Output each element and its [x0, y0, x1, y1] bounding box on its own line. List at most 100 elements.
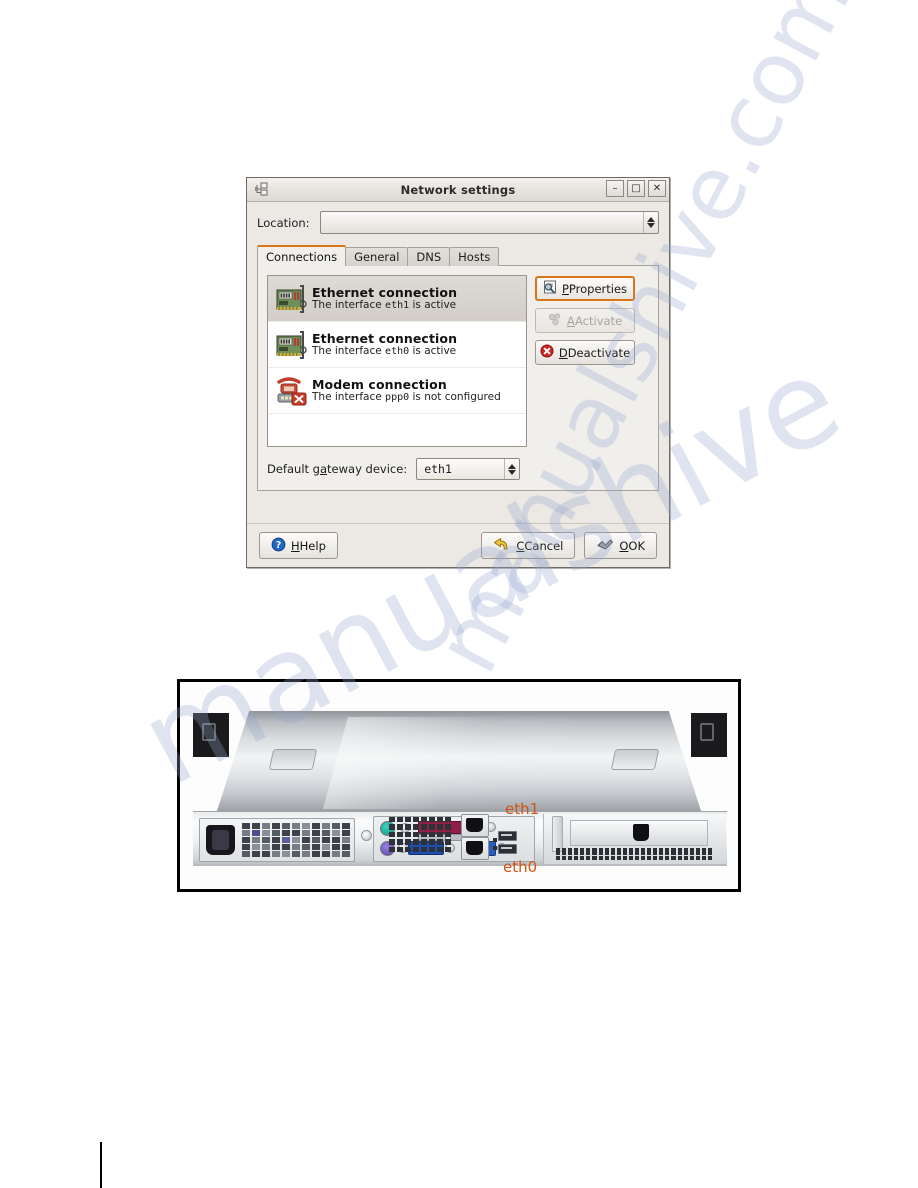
pci-vent-row-2: [556, 856, 712, 860]
rack-ear-right: [691, 713, 727, 757]
chassis-screw: [361, 830, 372, 841]
rack-ear-hole: [700, 723, 714, 741]
desc-pre: The interface: [312, 344, 386, 357]
desc-post: is active: [409, 298, 457, 311]
deactivate-label-text: Deactivate: [567, 345, 631, 360]
location-row: Location:: [257, 211, 659, 234]
tab-connections[interactable]: Connections: [257, 245, 347, 266]
default-gateway-row: Default gateway device: eth1: [267, 458, 649, 480]
eth1-callout-label: eth1: [505, 800, 540, 818]
connections-tab-panel: Ethernet connection The interface eth1 i…: [257, 265, 659, 491]
lid-handle-right: [610, 749, 660, 770]
location-combobox[interactable]: [319, 211, 659, 234]
properties-button[interactable]: PProperties: [535, 276, 635, 301]
connection-desc: The interface ppp0 is not configured: [312, 390, 501, 404]
iec-power-socket: [206, 825, 235, 855]
svg-text:?: ?: [276, 540, 282, 551]
help-icon: ?: [271, 537, 286, 555]
network-settings-dialog: Network settings – □ ✕ Location: Connect…: [246, 177, 670, 568]
dialog-titlebar[interactable]: Network settings – □ ✕: [247, 178, 669, 202]
properties-icon: [543, 280, 557, 297]
list-item[interactable]: Ethernet connection The interface eth0 i…: [268, 322, 526, 368]
properties-label-text: Properties: [568, 281, 628, 296]
undo-arrow-icon: [493, 537, 511, 555]
deactivate-button[interactable]: DDeactivate: [535, 340, 635, 365]
list-item-text: Ethernet connection The interface eth1 i…: [312, 284, 458, 312]
cancel-label-text: Cancel: [524, 538, 564, 553]
list-item[interactable]: Modem connection The interface ppp0 is n…: [268, 368, 526, 414]
connections-row: Ethernet connection The interface eth1 i…: [267, 275, 649, 447]
ok-label-text: OK: [628, 538, 645, 553]
status-led: [493, 838, 497, 842]
lid-handle-left: [268, 749, 318, 770]
maximize-icon[interactable]: □: [627, 180, 645, 197]
network-card-icon: [272, 329, 312, 361]
default-gateway-label: Default gateway device:: [267, 462, 408, 476]
server-chassis: [193, 711, 727, 866]
pci-card-jack: [633, 824, 649, 841]
eth0-callout-label: eth0: [503, 858, 538, 876]
desc-pre: The interface: [312, 390, 386, 403]
device-name: ppp0: [385, 391, 410, 403]
list-item[interactable]: Ethernet connection The interface eth1 i…: [268, 276, 526, 322]
psu-vent-grille: [242, 823, 350, 857]
cancel-label: CCancel: [516, 538, 564, 553]
rj45-port-eth0: [461, 837, 489, 860]
tab-hosts[interactable]: Hosts: [449, 247, 500, 266]
tab-general[interactable]: General: [345, 247, 409, 266]
gateway-spinner[interactable]: [504, 459, 519, 479]
desc-post: is active: [409, 344, 457, 357]
minimize-icon[interactable]: –: [606, 180, 624, 197]
cancel-button[interactable]: CCancel: [481, 532, 576, 559]
rj45-port-eth1: [461, 814, 489, 837]
chevron-down-icon: [508, 469, 517, 475]
pci-slot-bracket: [552, 816, 563, 852]
list-item-text: Modem connection The interface ppp0 is n…: [312, 376, 501, 404]
properties-label: PProperties: [561, 281, 628, 296]
connection-title: Ethernet connection: [312, 330, 458, 346]
connection-title: Ethernet connection: [312, 284, 458, 300]
page-margin-rule: [100, 1142, 102, 1188]
network-card-icon: [272, 283, 312, 315]
connection-desc: The interface eth1 is active: [312, 298, 457, 312]
location-label: Location:: [257, 215, 310, 230]
desc-post: is not configured: [409, 390, 501, 403]
window-controls: – □ ✕: [606, 180, 666, 197]
chassis-vent-grille: [389, 817, 451, 852]
status-led: [493, 846, 497, 850]
rack-ear-left: [193, 713, 229, 757]
activate-button[interactable]: AActivate: [535, 308, 635, 333]
dialog-action-bar: ? HHelp CCancel OOK: [247, 523, 669, 567]
default-gateway-combobox[interactable]: eth1: [416, 458, 521, 480]
tab-dns[interactable]: DNS: [407, 247, 451, 266]
chevron-up-icon: [647, 217, 655, 222]
close-icon[interactable]: ✕: [648, 180, 666, 197]
usb-port-bottom: [498, 844, 517, 854]
chevron-up-icon: [508, 463, 517, 469]
rear-panel: [193, 811, 727, 866]
ok-button[interactable]: OOK: [584, 532, 657, 559]
list-item-text: Ethernet connection The interface eth0 i…: [312, 330, 458, 358]
default-gateway-value: eth1: [424, 462, 452, 476]
chevron-down-icon: [647, 223, 655, 228]
help-label: HHelp: [291, 538, 326, 553]
modem-error-icon: [272, 375, 312, 407]
deactivate-stop-icon: [540, 344, 554, 361]
device-name: eth0: [385, 345, 410, 357]
pci-expansion-area: [543, 814, 726, 864]
connection-title: Modem connection: [312, 376, 447, 392]
connection-action-buttons: PProperties AActivate DDeactivate: [535, 275, 635, 447]
deactivate-label: DDeactivate: [558, 345, 631, 360]
help-button[interactable]: ? HHelp: [259, 532, 338, 559]
activate-icon: [548, 312, 562, 329]
connection-desc: The interface eth0 is active: [312, 344, 457, 358]
pci-vent-row-1: [556, 848, 712, 855]
dialog-body: Location: Connections General DNS Hosts: [247, 202, 669, 491]
tab-strip: Connections General DNS Hosts: [257, 245, 659, 266]
pci-card-faceplate: [570, 820, 708, 846]
server-rear-photo: [177, 679, 741, 892]
ok-label: OOK: [619, 538, 645, 553]
connections-listbox[interactable]: Ethernet connection The interface eth1 i…: [267, 275, 527, 447]
activate-label-text: Activate: [575, 313, 623, 328]
location-spinner[interactable]: [643, 212, 658, 233]
